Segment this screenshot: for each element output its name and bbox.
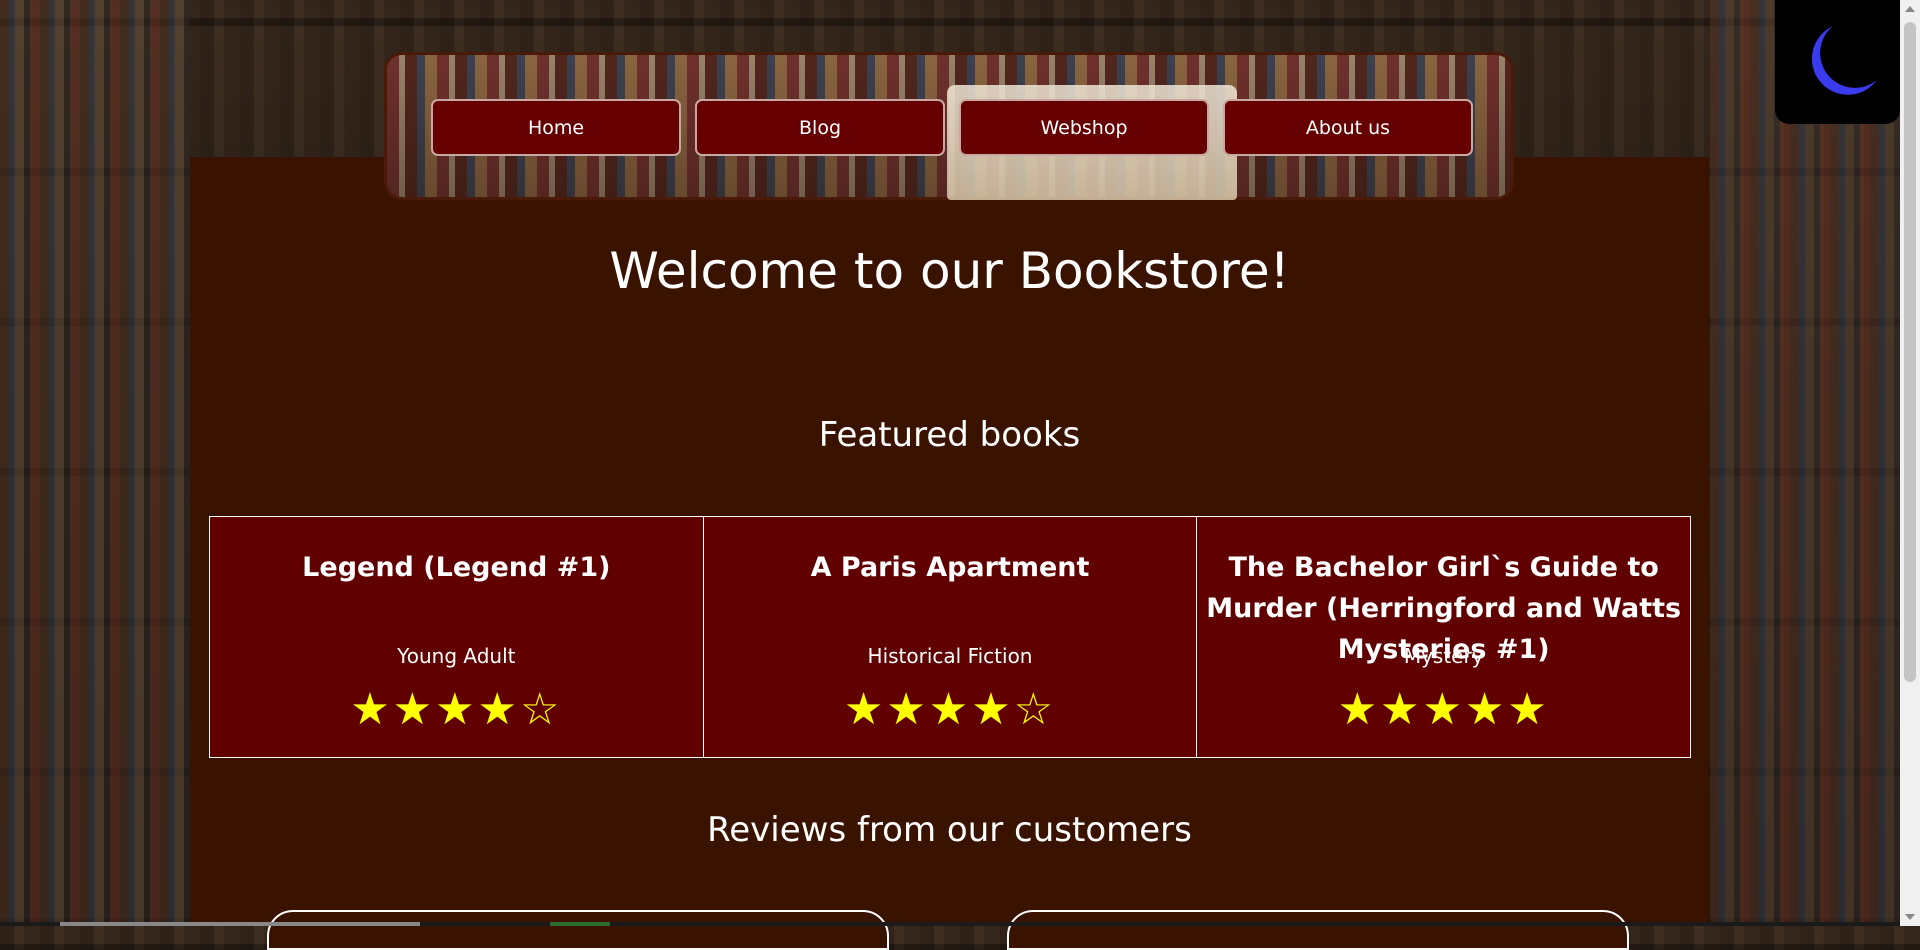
review-card: [267, 910, 889, 950]
reviews-heading: Reviews from our customers: [707, 810, 1192, 850]
featured-books-heading: Featured books: [818, 415, 1081, 455]
vertical-scrollbar[interactable]: [1900, 0, 1920, 926]
nav-webshop-button[interactable]: Webshop: [959, 99, 1209, 156]
book-card[interactable]: The Bachelor Girl`s Guide to Murder (Her…: [1197, 516, 1692, 758]
background-bookshelf-right: [1710, 0, 1920, 926]
book-genre: Young Adult: [397, 644, 516, 668]
featured-books-list: Legend (Legend #1) Young Adult ★★★★☆ A P…: [209, 516, 1692, 758]
scroll-down-icon[interactable]: [1905, 914, 1915, 920]
nav-home-button[interactable]: Home: [431, 99, 681, 156]
theme-toggle-button[interactable]: [1775, 0, 1900, 124]
taskbar-segment: [550, 922, 610, 926]
book-title: A Paris Apartment: [810, 552, 1090, 583]
star-rating: ★★★★☆: [843, 684, 1057, 735]
star-rating: ★★★★☆: [350, 684, 563, 735]
book-genre: Mystery: [1403, 644, 1484, 668]
book-card[interactable]: A Paris Apartment Historical Fiction ★★★…: [703, 516, 1198, 758]
nav-blog-button[interactable]: Blog: [695, 99, 945, 156]
taskbar-segment: [60, 922, 420, 926]
star-rating: ★★★★★: [1337, 684, 1550, 735]
book-card[interactable]: Legend (Legend #1) Young Adult ★★★★☆: [209, 516, 704, 758]
taskbar-strip: [0, 922, 1900, 926]
review-card: [1007, 910, 1629, 950]
moon-icon: [1811, 26, 1877, 95]
background-bookshelf-left: [0, 0, 190, 926]
scrollbar-thumb[interactable]: [1904, 22, 1916, 682]
book-genre: Historical Fiction: [867, 644, 1033, 668]
nav-button-group: Home Blog Webshop About us: [431, 99, 1473, 156]
page-title: Welcome to our Bookstore!: [609, 242, 1290, 300]
navigation-bar: Home Blog Webshop About us: [384, 52, 1514, 200]
book-title: Legend (Legend #1): [302, 552, 611, 583]
scroll-up-icon[interactable]: [1905, 6, 1915, 12]
nav-about-button[interactable]: About us: [1223, 99, 1473, 156]
